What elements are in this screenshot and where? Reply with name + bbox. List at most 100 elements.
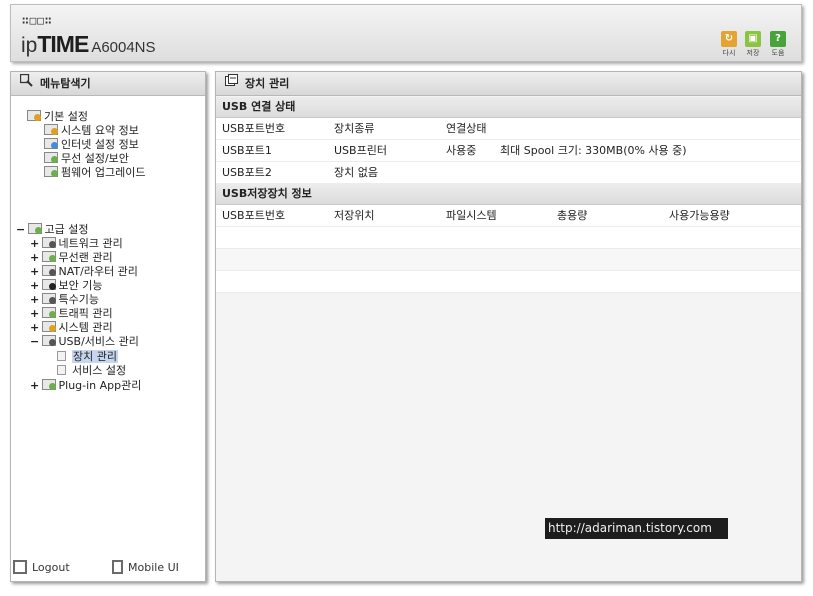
expand-icon[interactable]: + xyxy=(30,265,39,279)
refresh-label: 다시 xyxy=(722,49,736,57)
network-icon xyxy=(41,237,56,248)
traffic-icon xyxy=(41,307,56,318)
tree-basic-settings[interactable]: 기본 설정 xyxy=(27,110,88,124)
expand-icon[interactable]: + xyxy=(30,237,39,251)
tree-item-security[interactable]: + 보안 기능 xyxy=(30,279,102,293)
device-management-title-bar: 장치 관리 xyxy=(216,72,801,96)
usb-status-header-row: USB포트번호 장치종류 연결상태 xyxy=(216,118,801,140)
help-button[interactable]: ? 도움 xyxy=(767,31,789,58)
usb-storage-heading: USB저장장치 정보 xyxy=(216,184,801,205)
mobile-icon xyxy=(112,560,123,574)
watermark-url: http://adariman.tistory.com xyxy=(545,518,728,539)
port-cell: USB포트1 xyxy=(222,144,272,157)
tree-item-system-summary[interactable]: 시스템 요약 정보 xyxy=(44,124,139,138)
folder-gear-icon xyxy=(27,110,41,121)
column-header: 연결상태 xyxy=(446,122,487,135)
tree-advanced-settings-label: 고급 설정 xyxy=(44,223,89,236)
tree-item-label: 트래픽 관리 xyxy=(58,307,113,320)
column-header: USB포트번호 xyxy=(222,209,286,222)
expand-icon[interactable]: + xyxy=(30,251,39,265)
column-header: USB포트번호 xyxy=(222,122,286,135)
usb-storage-header-row: USB포트번호 저장위치 파일시스템 총용량 사용가능용량 xyxy=(216,205,801,227)
brand-logo: ipTIME A6004NS xyxy=(21,31,156,58)
tree-item-label: Plug-in App관리 xyxy=(58,379,142,392)
help-icon: ? xyxy=(770,31,786,47)
expand-icon[interactable]: + xyxy=(30,321,39,335)
tree-item-label: 인터넷 설정 정보 xyxy=(61,138,139,151)
logout-link[interactable]: Logout xyxy=(13,559,70,577)
column-header: 사용가능용량 xyxy=(669,209,730,222)
tree-item-network[interactable]: + 네트워크 관리 xyxy=(30,237,123,251)
wireless-icon xyxy=(41,251,56,262)
monitor-icon xyxy=(44,138,58,149)
chart-icon xyxy=(44,124,58,135)
tree-advanced-settings[interactable]: − 고급 설정 xyxy=(16,223,88,237)
lock-icon xyxy=(41,279,56,290)
menu-explorer-panel: 메뉴탐색기 기본 설정 시스템 요약 정보 인터넷 설정 정보 무선 설정/보안… xyxy=(10,71,206,582)
expand-icon[interactable]: + xyxy=(30,279,39,293)
tree-item-nat-router[interactable]: + NAT/라우터 관리 xyxy=(30,265,138,279)
chart-icon xyxy=(41,321,56,332)
page-title: 장치 관리 xyxy=(245,77,290,90)
tree-item-label: 시스템 관리 xyxy=(58,321,113,334)
table-row: USB포트2 장치 없음 xyxy=(216,162,801,184)
save-label: 저장 xyxy=(746,49,760,57)
tree-item-wireless-security[interactable]: 무선 설정/보안 xyxy=(44,152,129,166)
help-label: 도움 xyxy=(771,49,785,57)
tree-item-label: 무선랜 관리 xyxy=(58,251,113,264)
logout-label: Logout xyxy=(32,561,70,574)
window-icon xyxy=(222,72,240,95)
upgrade-icon xyxy=(44,166,58,177)
tree-item-service-settings[interactable]: 서비스 설정 xyxy=(57,364,126,378)
mobile-ui-label: Mobile UI xyxy=(128,561,179,574)
menu-explorer-title-bar: 메뉴탐색기 xyxy=(11,72,205,96)
device-management-panel: 장치 관리 USB 연결 상태 USB포트번호 장치종류 연결상태 USB포트1… xyxy=(215,71,802,582)
tree-item-wireless-lan[interactable]: + 무선랜 관리 xyxy=(30,251,113,265)
tree-item-internet-info[interactable]: 인터넷 설정 정보 xyxy=(44,138,139,152)
brand-prefix: ip xyxy=(21,34,38,57)
page-icon xyxy=(57,351,66,361)
column-header: 파일시스템 xyxy=(446,209,497,222)
empty-storage-row xyxy=(216,249,801,271)
collapse-icon[interactable]: − xyxy=(30,335,39,349)
save-button[interactable]: ▣ 저장 xyxy=(742,31,764,58)
brand-main: TIME xyxy=(37,31,89,57)
tree-item-system-admin[interactable]: + 시스템 관리 xyxy=(30,321,113,335)
tree-item-plugin-app[interactable]: + Plug-in App관리 xyxy=(30,379,141,393)
save-icon: ▣ xyxy=(745,31,761,47)
expand-icon[interactable]: + xyxy=(30,379,39,393)
tree-item-label: 장치 관리 xyxy=(72,350,118,363)
usb-status-heading: USB 연결 상태 xyxy=(216,97,801,118)
state-cell: 사용중 xyxy=(446,144,477,157)
table-row: USB포트1 USB프린터 사용중 최대 Spool 크기: 330MB(0% … xyxy=(216,140,801,162)
port-cell: USB포트2 xyxy=(222,166,272,179)
tree-item-firmware-upgrade[interactable]: 펌웨어 업그레이드 xyxy=(44,166,145,180)
search-icon xyxy=(17,72,35,95)
expand-icon[interactable]: + xyxy=(30,307,39,321)
tree-item-label: 서비스 설정 xyxy=(72,364,127,377)
device-cell: USB프린터 xyxy=(334,144,387,157)
column-header: 저장위치 xyxy=(334,209,375,222)
tree-item-label: USB/서비스 관리 xyxy=(58,335,139,348)
special-feature-icon xyxy=(41,293,56,304)
wireless-icon xyxy=(44,152,58,163)
mobile-ui-link[interactable]: Mobile UI xyxy=(112,559,179,577)
refresh-icon: ↻ xyxy=(721,31,737,47)
tree-item-usb-service[interactable]: − USB/서비스 관리 xyxy=(30,335,139,349)
refresh-button[interactable]: ↻ 다시 xyxy=(718,31,740,58)
tree-item-label: 특수기능 xyxy=(58,293,99,306)
tree-item-traffic[interactable]: + 트래픽 관리 xyxy=(30,307,113,321)
tree-item-label: NAT/라우터 관리 xyxy=(58,265,138,278)
tree-item-device-management[interactable]: 장치 관리 xyxy=(57,350,118,364)
tree-item-special[interactable]: + 특수기능 xyxy=(30,293,99,307)
tree-item-label: 네트워크 관리 xyxy=(58,237,123,250)
tree-item-label: 시스템 요약 정보 xyxy=(61,124,139,137)
router-icon xyxy=(41,265,56,276)
device-content: USB 연결 상태 USB포트번호 장치종류 연결상태 USB포트1 USB프린… xyxy=(216,97,801,293)
page-icon xyxy=(57,365,66,375)
collapse-icon[interactable]: − xyxy=(16,223,25,237)
empty-storage-row xyxy=(216,227,801,249)
expand-icon[interactable]: + xyxy=(30,293,39,307)
brand-model: A6004NS xyxy=(91,39,156,56)
logout-icon xyxy=(13,560,27,574)
